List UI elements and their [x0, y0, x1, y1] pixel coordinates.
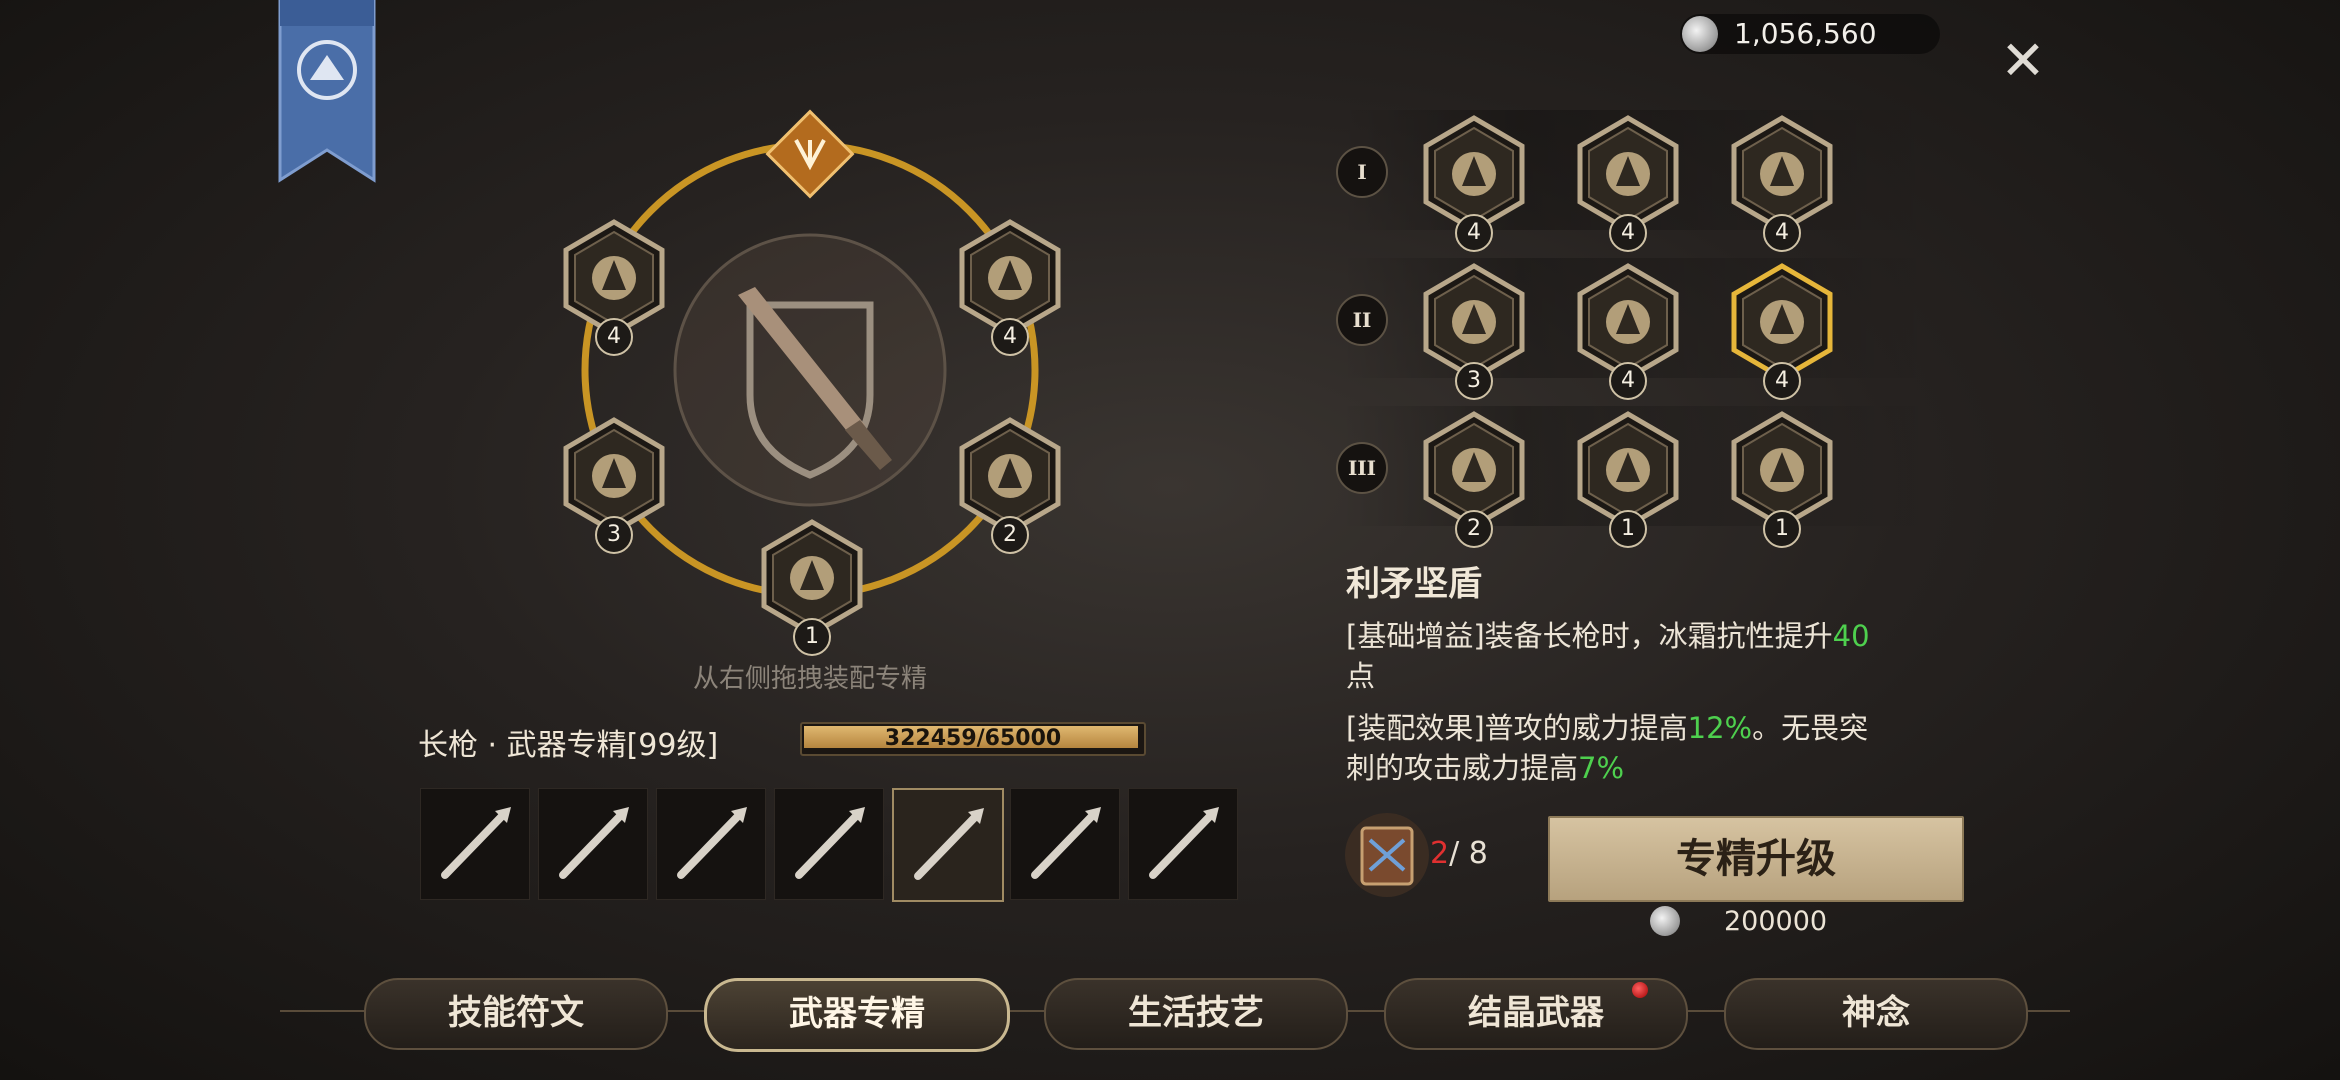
desc-text: [基础增益]装备长枪时，冰霜抗性提升: [1346, 619, 1833, 653]
spear-shield-icon: [914, 808, 984, 880]
skill-level-badge: 4: [1455, 214, 1493, 252]
material-need: / 8: [1449, 836, 1488, 871]
skill-desc-equip: [装配效果]普攻的威力提高12%。无畏突刺的攻击威力提高7%: [1346, 708, 1966, 788]
desc-value: 12%: [1687, 711, 1753, 745]
arrow-burst-icon[interactable]: 1: [760, 519, 864, 656]
skill-desc-base: [基础增益]装备长枪时，冰霜抗性提升40 点: [1346, 616, 1966, 696]
skill-level-badge: 4: [1609, 362, 1647, 400]
desc-value: 40: [1832, 619, 1870, 653]
desc-text: [装配效果]普攻的威力提高: [1346, 711, 1688, 745]
tab-2[interactable]: 武器专精: [704, 978, 1010, 1052]
close-button[interactable]: ✕: [1998, 34, 2048, 88]
dagger-icon: [795, 807, 865, 879]
flame-helmet-icon[interactable]: 2: [958, 417, 1062, 554]
desc-value: 7%: [1578, 751, 1625, 785]
weapon-title: 长枪 · 武器专精[99级]: [418, 728, 719, 763]
katana-icon: [677, 807, 747, 879]
skill-level-badge: 1: [1763, 510, 1801, 548]
potion-icon[interactable]: 1: [1730, 411, 1834, 548]
skill-level-badge: 1: [793, 618, 831, 656]
xp-text: 322459/65000: [884, 726, 1062, 751]
kick-icon[interactable]: 4: [1576, 263, 1680, 400]
desc-text: 点: [1346, 659, 1376, 693]
notification-dot: [1632, 982, 1648, 998]
arrow-burst-icon[interactable]: 1: [1576, 411, 1680, 548]
rifle-icon: [559, 807, 629, 879]
swimmer-icon[interactable]: 4: [1422, 115, 1526, 252]
crossed-swords-icon: [1149, 807, 1219, 879]
skill-level-badge: 3: [595, 516, 633, 554]
skill-level-badge: 2: [1455, 510, 1493, 548]
fist-shield-icon[interactable]: 3: [1422, 263, 1526, 400]
fist-shield-icon[interactable]: 3: [562, 417, 666, 554]
skill-level-badge: 4: [991, 318, 1029, 356]
tier-label: III: [1336, 442, 1388, 494]
scythe-icon: [441, 807, 511, 879]
skill-level-badge: 4: [595, 318, 633, 356]
tab-5[interactable]: 神念: [1724, 978, 2028, 1050]
spear-shield-icon: [700, 265, 920, 485]
skill-level-badge: 2: [991, 516, 1029, 554]
weapon-slot[interactable]: [1010, 788, 1120, 900]
flexed-arm-icon[interactable]: 4: [1576, 115, 1680, 252]
skill-name: 利矛坚盾: [1346, 564, 1482, 604]
weapon-slot[interactable]: [1128, 788, 1238, 900]
weapon-slot[interactable]: [656, 788, 766, 900]
skill-level-badge: 3: [1455, 362, 1493, 400]
skill-level-badge: 4: [1763, 362, 1801, 400]
desc-text: 刺的攻击威力提高: [1346, 751, 1579, 785]
silver-coin-icon: [1650, 906, 1680, 936]
upgrade-cost: 200000: [1724, 906, 1828, 937]
swimmer-icon[interactable]: 4: [958, 219, 1062, 356]
currency-value: 1,056,560: [1734, 17, 1877, 50]
sword-figure-icon[interactable]: 4: [1730, 115, 1834, 252]
sword-upgrade-icon[interactable]: 4: [1730, 263, 1834, 400]
spellbook-icon: [1344, 810, 1430, 900]
flame-helmet-icon[interactable]: 2: [1422, 411, 1526, 548]
tier-label: I: [1336, 146, 1388, 198]
sword-upgrade-icon[interactable]: 4: [562, 219, 666, 356]
desc-text: 。无畏突: [1752, 711, 1869, 745]
upgrade-button[interactable]: 专精升级: [1548, 816, 1964, 902]
weapon-slot[interactable]: [892, 788, 1004, 902]
silver-coin-icon: [1682, 16, 1718, 52]
weapon-slot[interactable]: [774, 788, 884, 900]
tab-3[interactable]: 生活技艺: [1044, 978, 1348, 1050]
guild-banner[interactable]: [278, 0, 376, 183]
drag-hint: 从右侧拖拽装配专精: [692, 664, 927, 694]
bow-icon: [1031, 807, 1101, 879]
material-have: 2: [1430, 836, 1450, 871]
material-count: 2/ 8: [1430, 836, 1488, 871]
tier-label: II: [1336, 294, 1388, 346]
weapon-slot[interactable]: [538, 788, 648, 900]
tab-1[interactable]: 技能符文: [364, 978, 668, 1050]
skill-level-badge: 4: [1609, 214, 1647, 252]
skill-level-badge: 4: [1763, 214, 1801, 252]
emblem-icon[interactable]: [760, 104, 860, 204]
weapon-slot[interactable]: [420, 788, 530, 900]
skill-level-badge: 1: [1609, 510, 1647, 548]
